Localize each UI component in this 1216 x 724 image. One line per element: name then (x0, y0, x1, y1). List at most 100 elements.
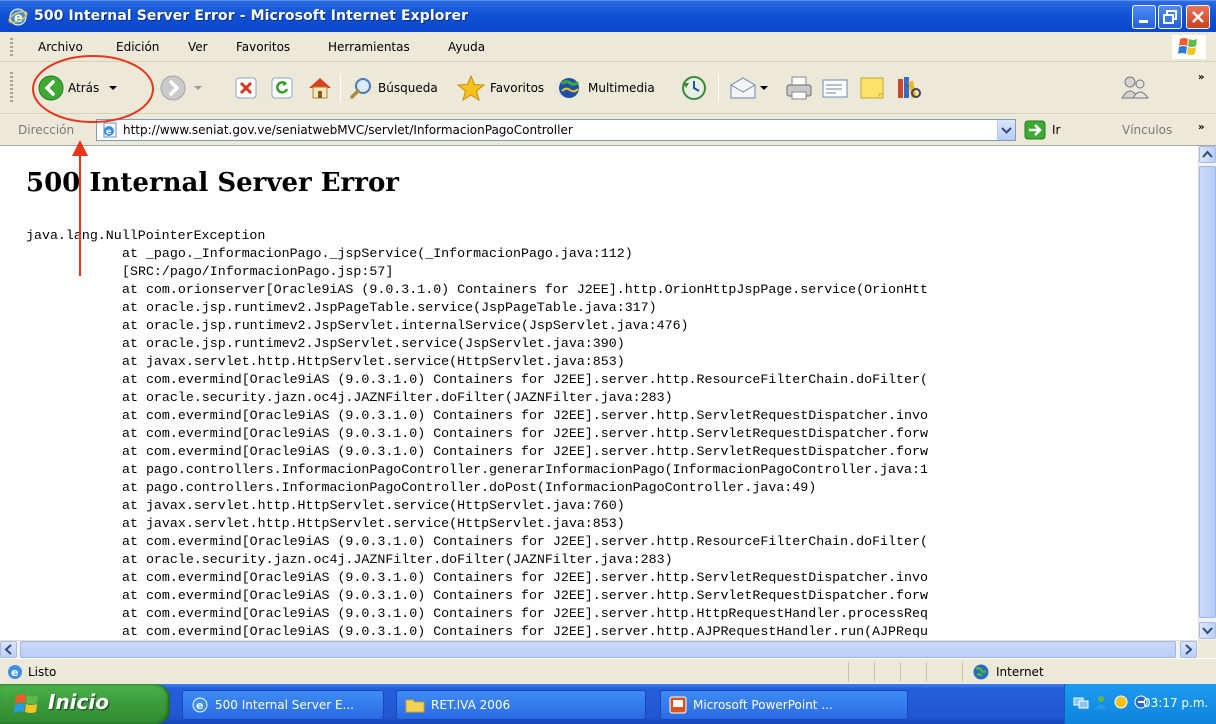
stack-frame-line: at com.evermind[Oracle9iAS (9.0.3.1.0) C… (122, 606, 928, 621)
menu-bar: Archivo Edición Ver Favoritos Herramient… (0, 32, 1216, 62)
start-label: Inicio (48, 690, 109, 714)
scroll-up-button[interactable] (1199, 146, 1216, 163)
page-icon: e (103, 122, 117, 138)
history-button[interactable] (680, 74, 708, 102)
window-title: 500 Internal Server Error - Microsoft In… (34, 8, 469, 24)
home-button[interactable] (306, 74, 334, 102)
go-button[interactable]: Ir (1024, 120, 1060, 140)
menu-archivo[interactable]: Archivo (38, 40, 83, 54)
stack-frame-line: at javax.servlet.http.HttpServlet.servic… (122, 516, 625, 531)
clock[interactable]: 03:17 p.m. (1143, 696, 1208, 710)
taskbar-item-powerpoint[interactable]: Microsoft PowerPoint ... (660, 690, 908, 720)
windows-flag-icon (14, 694, 38, 713)
scroll-left-button[interactable] (0, 641, 17, 658)
taskbar-item-ie[interactable]: e 500 Internal Server E... (182, 690, 384, 720)
stack-frame-line: at javax.servlet.http.HttpServlet.servic… (122, 354, 625, 369)
minimize-button[interactable] (1132, 5, 1156, 29)
history-icon (682, 76, 706, 100)
status-pane-divider (900, 662, 901, 682)
menu-herramientas[interactable]: Herramientas (328, 40, 410, 54)
menu-ayuda[interactable]: Ayuda (448, 40, 485, 54)
close-button[interactable] (1186, 5, 1210, 29)
page-content: 500 Internal Server Error java.lang.Null… (0, 146, 1198, 640)
ie-logo-icon: e (8, 8, 28, 26)
multimedia-label: Multimedia (588, 81, 655, 95)
toolbar-separator (340, 74, 341, 102)
title-bar[interactable]: e 500 Internal Server Error - Microsoft … (0, 0, 1216, 32)
stack-frame-line: at com.evermind[Oracle9iAS (9.0.3.1.0) C… (122, 624, 928, 639)
go-arrow-icon (1024, 120, 1046, 140)
address-label: Dirección (18, 123, 75, 137)
notes-button[interactable] (858, 74, 886, 102)
links-toolbar[interactable]: Vínculos (1122, 123, 1172, 137)
chevron-down-icon (1202, 627, 1213, 635)
stack-frame-line: at com.evermind[Oracle9iAS (9.0.3.1.0) C… (122, 534, 928, 549)
toolbar-separator (718, 74, 719, 102)
search-icon (350, 78, 371, 99)
notes-icon (860, 77, 884, 99)
vertical-scroll-thumb[interactable] (1199, 166, 1216, 618)
network-icon[interactable] (1073, 694, 1089, 710)
chevron-down-icon (1001, 127, 1012, 134)
security-tray-icon[interactable] (1113, 694, 1129, 710)
chevron-up-icon (1202, 150, 1213, 158)
print-button[interactable] (784, 74, 814, 102)
toolbar-overflow-chevron[interactable]: » (1198, 72, 1204, 83)
refresh-icon (271, 77, 293, 99)
internet-zone-icon (973, 664, 989, 680)
menu-edicion[interactable]: Edición (116, 40, 159, 54)
scroll-down-button[interactable] (1199, 622, 1216, 639)
address-dropdown-button[interactable] (997, 120, 1015, 140)
mail-icon (730, 77, 756, 99)
chevron-down-icon (109, 86, 118, 90)
stack-frame-line: at com.evermind[Oracle9iAS (9.0.3.1.0) C… (122, 444, 928, 459)
stack-frame-line: at pago.controllers.InformacionPagoContr… (122, 480, 817, 495)
stack-frame-line: at _pago._InformacionPago._jspService(_I… (122, 246, 633, 261)
toolbar-grip[interactable] (10, 72, 13, 104)
standard-toolbar: Atrás Búsqueda Favoritos Multimedia » (0, 62, 1216, 114)
taskbar-item-label: Microsoft PowerPoint ... (693, 698, 833, 712)
messenger-button[interactable] (1118, 74, 1152, 102)
error-heading: 500 Internal Server Error (26, 168, 399, 198)
stack-frame-line: at pago.controllers.InformacionPagoContr… (122, 462, 928, 477)
stack-frame-line: at com.evermind[Oracle9iAS (9.0.3.1.0) C… (122, 408, 928, 423)
stack-frame-line: at oracle.security.jazn.oc4j.JAZNFilter.… (122, 390, 673, 405)
address-input[interactable]: e http://www.seniat.gov.ve/seniatwebMVC/… (96, 119, 1016, 141)
start-button[interactable]: Inicio (0, 684, 170, 724)
menu-favoritos[interactable]: Favoritos (236, 40, 290, 54)
powerpoint-icon (669, 696, 687, 714)
exception-line: java.lang.NullPointerException (26, 228, 266, 243)
favorites-star-icon (456, 74, 486, 102)
taskbar-item-folder[interactable]: RET.IVA 2006 (396, 690, 646, 720)
maximize-button[interactable] (1158, 5, 1182, 29)
favorites-button[interactable]: Favoritos (456, 74, 544, 102)
edit-button[interactable] (820, 74, 850, 102)
scroll-right-button[interactable] (1180, 641, 1197, 658)
taskbar-item-label: RET.IVA 2006 (431, 698, 511, 712)
research-button[interactable] (894, 74, 924, 102)
stop-icon (235, 77, 257, 99)
vertical-scrollbar[interactable] (1198, 146, 1216, 640)
back-button[interactable]: Atrás (38, 74, 121, 102)
messenger-tray-icon[interactable] (1093, 694, 1109, 710)
status-pane-divider (848, 662, 849, 682)
menu-grip[interactable] (10, 38, 13, 56)
horizontal-scrollbar[interactable] (0, 640, 1198, 658)
address-url: http://www.seniat.gov.ve/seniatwebMVC/se… (123, 123, 573, 137)
windows-flag-icon (1172, 35, 1206, 59)
multimedia-button[interactable]: Multimedia (556, 74, 655, 102)
taskbar-item-label: 500 Internal Server E... (215, 698, 354, 712)
stack-frame-line: at oracle.jsp.runtimev2.JspServlet.servi… (122, 336, 625, 351)
chevron-down-icon (194, 86, 202, 90)
mail-button[interactable] (728, 74, 770, 102)
horizontal-scroll-thumb[interactable] (20, 641, 1176, 658)
forward-button[interactable] (160, 74, 206, 102)
folder-icon (405, 699, 425, 713)
go-label: Ir (1052, 123, 1061, 137)
chevron-right-icon (1185, 644, 1193, 655)
links-overflow-chevron[interactable]: » (1198, 122, 1204, 133)
stop-button[interactable] (234, 74, 258, 102)
menu-ver[interactable]: Ver (188, 40, 208, 54)
refresh-button[interactable] (270, 74, 294, 102)
search-button[interactable]: Búsqueda (348, 74, 438, 102)
